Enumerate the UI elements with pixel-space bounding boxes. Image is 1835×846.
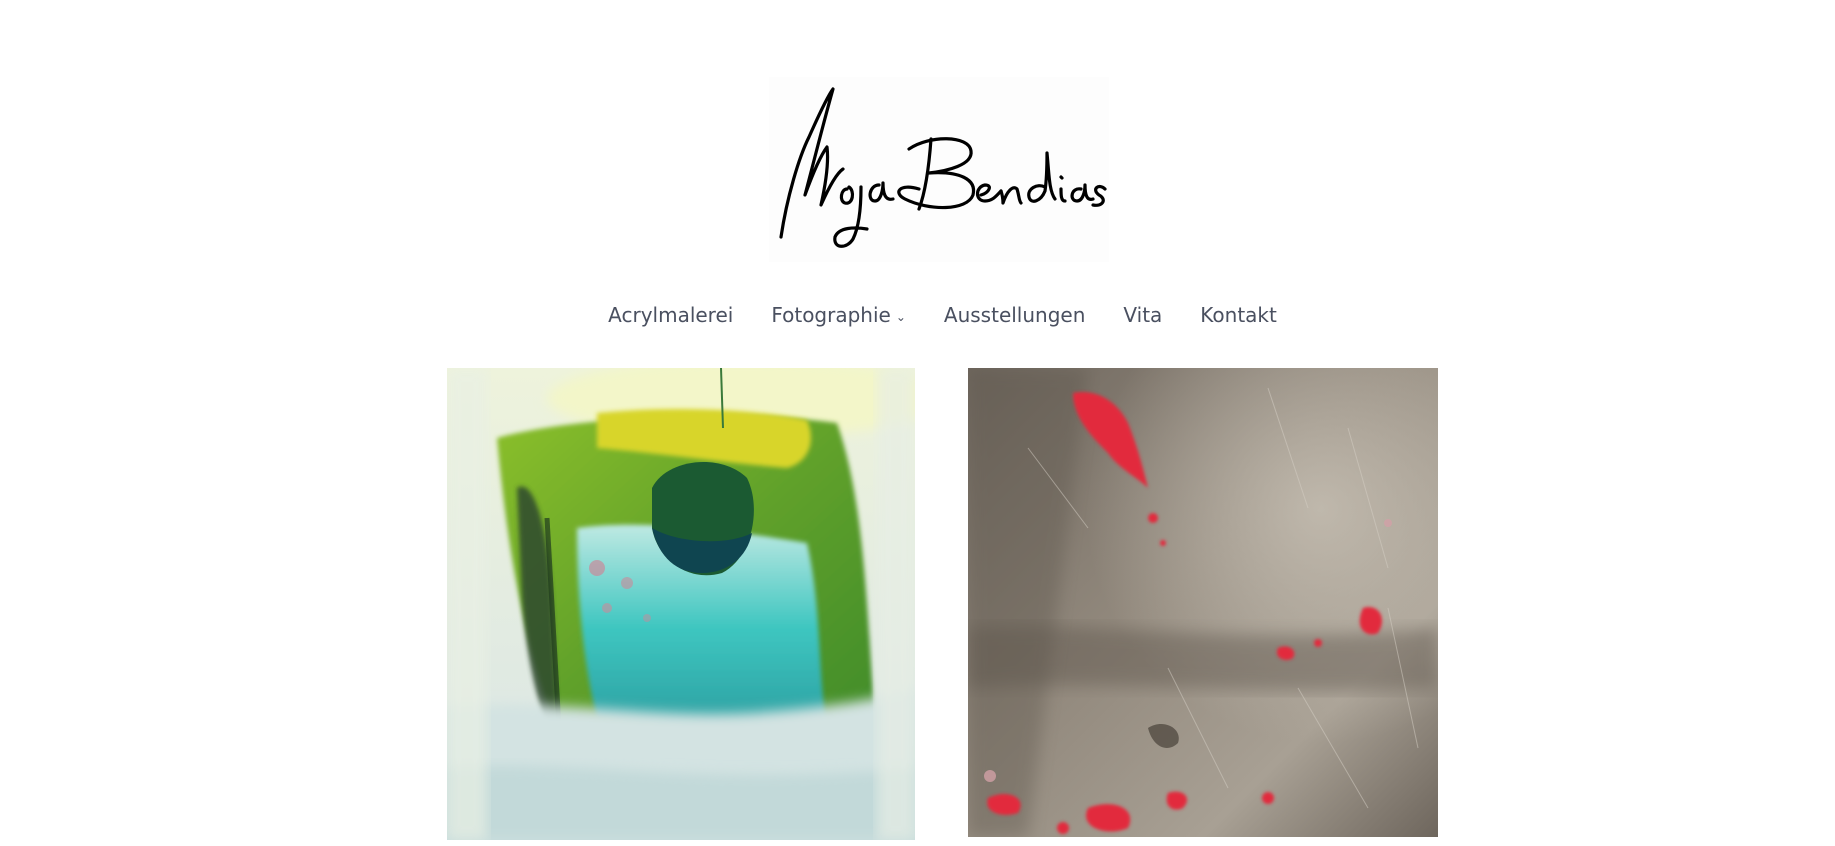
gallery-tile-painting[interactable] [447, 368, 915, 840]
nav-list: Acrylmalerei Fotographie ⌄ Ausstellungen… [589, 297, 1296, 333]
nav-item-acrylmalerei[interactable]: Acrylmalerei [608, 303, 733, 327]
nav-item-label: Kontakt [1200, 303, 1277, 327]
nav-item-label: Ausstellungen [943, 303, 1086, 327]
page: Acrylmalerei Fotographie ⌄ Ausstellungen… [0, 0, 1835, 846]
nav-item-fotographie[interactable]: Fotographie ⌄ [771, 303, 906, 327]
nav-item-kontakt[interactable]: Kontakt [1200, 303, 1277, 327]
nav-item-label: Fotographie [771, 303, 891, 327]
painting-image [447, 368, 915, 840]
nav-item-ausstellungen[interactable]: Ausstellungen [944, 303, 1085, 327]
main-nav: Acrylmalerei Fotographie ⌄ Ausstellungen… [0, 297, 1835, 333]
nav-item-label: Vita [1123, 303, 1163, 327]
nav-item-vita[interactable]: Vita [1123, 303, 1162, 327]
photograph-image [968, 368, 1438, 837]
gallery-tile-photograph[interactable] [968, 368, 1438, 837]
nav-item-label: Acrylmalerei [608, 303, 734, 327]
chevron-down-icon[interactable]: ⌄ [896, 310, 906, 324]
site-logo[interactable] [769, 77, 1109, 262]
